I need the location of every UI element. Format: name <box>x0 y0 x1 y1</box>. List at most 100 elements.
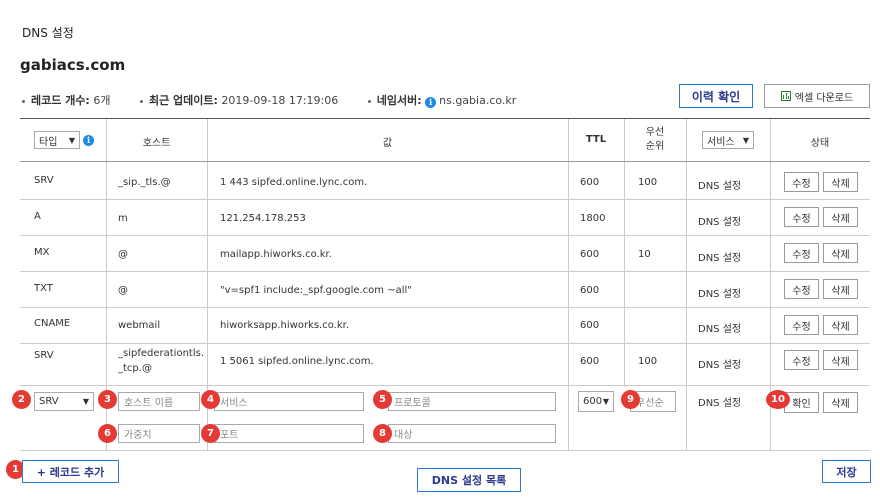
status-header: 상태 <box>810 138 830 149</box>
row-type: TXT <box>34 283 53 294</box>
dns-record-table: 타입 ▼ i 호스트 값 TTL 우선 순위 서비스 ▼ 상태 SRV _sip._… <box>20 118 870 451</box>
row-service: DNS 설정 <box>698 181 742 192</box>
priority-header: 우선 순위 <box>624 126 686 154</box>
row-service: DNS 설정 <box>698 253 742 264</box>
excel-download-button[interactable]: 엑셀 다운로드 <box>764 84 870 108</box>
page-title: DNS 설정 <box>22 26 74 40</box>
row-priority: 10 <box>638 249 651 260</box>
delete-button[interactable]: 삭제 <box>823 315 858 335</box>
delete-button[interactable]: 삭제 <box>823 350 858 370</box>
row-service: DNS 설정 <box>698 217 742 228</box>
edit-button[interactable]: 수정 <box>784 243 819 263</box>
dns-list-button[interactable]: DNS 설정 목록 <box>417 468 521 492</box>
row-service: DNS 설정 <box>698 324 742 335</box>
step-badge: 9 <box>621 390 640 409</box>
save-button[interactable]: 저장 <box>822 460 871 483</box>
step-badge: 4 <box>201 390 220 409</box>
edit-button[interactable]: 수정 <box>784 315 819 335</box>
row-value: "v=spf1 include:_spf.google.com ~all" <box>220 285 412 296</box>
row-service: DNS 설정 <box>698 289 742 300</box>
add-record-button[interactable]: + 레코드 추가 <box>22 460 119 483</box>
new-service: DNS 설정 <box>698 398 742 409</box>
step-badge: 3 <box>98 390 117 409</box>
row-host: webmail <box>118 320 161 331</box>
nameserver-label: 네임서버: <box>376 94 422 107</box>
step-badge: 5 <box>373 390 392 409</box>
row-ttl: 600 <box>580 177 600 188</box>
host-name-input[interactable]: 호스트 이름 <box>118 392 200 411</box>
type-filter-label: 타입 <box>39 136 58 148</box>
info-icon[interactable]: i <box>425 97 437 108</box>
chevron-down-icon: ▼ <box>82 397 89 406</box>
edit-button[interactable]: 수정 <box>784 350 819 370</box>
row-value: 1 5061 sipfed.online.lync.com. <box>220 356 374 367</box>
row-type: MX <box>34 247 50 258</box>
row-host-line2: _tcp.@ <box>118 363 152 374</box>
history-button[interactable]: 이력 확인 <box>679 84 753 108</box>
row-value: mailapp.hiworks.co.kr. <box>220 249 332 260</box>
delete-button[interactable]: 삭제 <box>823 172 858 192</box>
delete-button[interactable]: 삭제 <box>823 279 858 299</box>
new-ttl-value: 600 <box>583 396 603 407</box>
meta-info: 레코드 개수: 6개 최근 업데이트: 2019-09-18 17:19:06 … <box>22 92 542 108</box>
target-input[interactable]: 대상 <box>388 424 556 443</box>
row-type: CNAME <box>34 318 71 329</box>
edit-button[interactable]: 수정 <box>784 207 819 227</box>
row-ttl: 600 <box>580 249 600 260</box>
type-info-icon[interactable]: i <box>83 135 94 146</box>
priority-header-line2: 순위 <box>645 141 665 152</box>
updated-label: 최근 업데이트: <box>148 94 218 107</box>
step-badge: 8 <box>373 424 392 443</box>
excel-icon <box>780 91 791 101</box>
row-type: A <box>34 211 41 222</box>
chevron-down-icon: ▼ <box>602 397 609 406</box>
row-priority: 100 <box>638 356 658 367</box>
step-badge: 6 <box>98 424 117 443</box>
type-filter-select[interactable]: 타입 ▼ <box>34 131 80 149</box>
record-count-value: 6개 <box>93 94 111 107</box>
row-type: SRV <box>34 350 54 361</box>
row-value: 1 443 sipfed.online.lync.com. <box>220 177 368 188</box>
edit-button[interactable]: 수정 <box>784 172 819 192</box>
row-host: @ <box>118 249 128 260</box>
weight-input[interactable]: 가중치 <box>118 424 200 443</box>
step-badge: 7 <box>201 424 220 443</box>
row-host: @ <box>118 285 128 296</box>
new-ttl-select[interactable]: 600 ▼ <box>578 391 614 412</box>
port-input[interactable]: 포트 <box>214 424 364 443</box>
nameserver-value: ns.gabia.co.kr <box>439 94 517 107</box>
delete-button[interactable]: 삭제 <box>823 207 858 227</box>
protocol-input[interactable]: 프로토콜 <box>388 392 556 411</box>
host-header: 호스트 <box>142 138 171 149</box>
step-badge: 10 <box>766 390 790 409</box>
domain-title: gabiacs.com <box>20 56 126 74</box>
row-priority: 100 <box>638 177 658 188</box>
new-type-select[interactable]: SRV ▼ <box>34 392 94 411</box>
service-input[interactable]: 서비스 <box>214 392 364 411</box>
row-host: m <box>118 213 128 224</box>
excel-download-label: 엑셀 다운로드 <box>794 92 854 104</box>
record-count-label: 레코드 개수: <box>31 94 90 107</box>
ttl-header: TTL <box>585 134 607 145</box>
row-ttl: 600 <box>580 285 600 296</box>
delete-button[interactable]: 삭제 <box>823 243 858 263</box>
row-value: hiworksapp.hiworks.co.kr. <box>220 320 350 331</box>
row-host: _sip._tls.@ <box>118 177 171 188</box>
row-type: SRV <box>34 175 54 186</box>
row-ttl: 600 <box>580 356 600 367</box>
updated-value: 2019-09-18 17:19:06 <box>221 94 339 107</box>
row-service: DNS 설정 <box>698 360 742 371</box>
service-filter-label: 서비스 <box>707 136 735 148</box>
value-header: 값 <box>382 138 393 149</box>
service-filter-select[interactable]: 서비스 ▼ <box>702 131 754 149</box>
chevron-down-icon: ▼ <box>742 135 749 145</box>
row-value: 121.254.178.253 <box>220 213 306 224</box>
delete-new-button[interactable]: 삭제 <box>823 392 858 413</box>
row-ttl: 1800 <box>580 213 606 224</box>
row-host: _sipfederationtls. <box>118 348 204 359</box>
new-type-value: SRV <box>39 396 59 407</box>
edit-button[interactable]: 수정 <box>784 279 819 299</box>
row-ttl: 600 <box>580 320 600 331</box>
priority-header-line1: 우선 <box>645 127 665 138</box>
chevron-down-icon: ▼ <box>68 135 75 145</box>
